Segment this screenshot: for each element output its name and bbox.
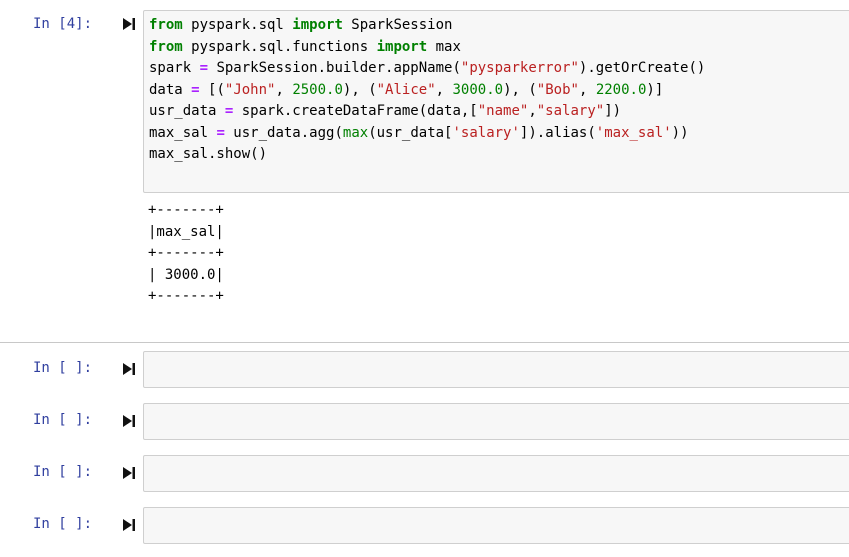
code-token: SparkSession	[342, 17, 453, 33]
code-cell-empty[interactable]: In [ ]:	[0, 402, 849, 442]
code-token: 2500.0	[292, 81, 343, 98]
code-token: SparkSession.builder.appName(	[208, 60, 461, 76]
code-token: max_sal	[149, 124, 217, 141]
code-token: ,	[578, 81, 596, 98]
code-token: pyspark.sql	[182, 17, 293, 33]
input-prompt: In [ ]:	[33, 360, 93, 376]
code-token: "Alice"	[376, 81, 436, 98]
code-token: usr_data	[149, 103, 225, 119]
code-token: ]).alias(	[519, 124, 596, 141]
code-token: (usr_data[	[368, 124, 453, 141]
code-token: "pysparkerror"	[460, 60, 579, 76]
code-token: "Bob"	[536, 81, 579, 98]
code-text[interactable]: from pyspark.sql import SparkSession fro…	[144, 11, 849, 166]
code-token: ,	[435, 81, 453, 98]
code-token: ,	[528, 103, 537, 119]
code-token: ), (	[503, 81, 537, 98]
cell-output: +-------+ |max_sal| +-------+ | 3000.0| …	[148, 202, 224, 304]
code-editor[interactable]	[143, 403, 849, 440]
code-token: "name"	[477, 103, 529, 119]
code-token: =	[191, 81, 200, 98]
cell-divider	[0, 342, 849, 343]
code-token: from	[149, 17, 183, 33]
code-editor[interactable]	[143, 351, 849, 388]
code-token: max_sal.show()	[149, 146, 268, 162]
code-token: ), (	[342, 81, 377, 98]
code-token: =	[216, 124, 225, 141]
code-token: 2200.0	[595, 81, 647, 98]
run-cell-icon[interactable]	[122, 518, 136, 532]
code-token: max	[427, 38, 461, 55]
code-token: ).getOrCreate()	[578, 60, 706, 76]
code-token: usr_data.agg(	[224, 124, 343, 141]
code-token: max	[342, 124, 369, 141]
code-editor[interactable]	[143, 455, 849, 492]
code-cell-empty[interactable]: In [ ]:	[0, 454, 849, 494]
code-token: pyspark.sql.functions	[182, 38, 377, 55]
code-token: =	[199, 60, 209, 76]
code-token: "John"	[224, 81, 276, 98]
run-cell-icon[interactable]	[122, 414, 136, 428]
code-token: spark.createDataFrame(data,[	[233, 103, 478, 119]
code-token: ,	[275, 81, 293, 98]
code-token: ])	[604, 103, 622, 119]
code-token: )]	[646, 81, 664, 98]
code-editor[interactable]: from pyspark.sql import SparkSession fro…	[143, 10, 849, 193]
code-cell-executed[interactable]: In [4]: from pyspark.sql import SparkSes…	[0, 0, 849, 342]
code-token: 'salary'	[452, 124, 520, 141]
code-token: import	[292, 17, 343, 33]
code-token: from	[149, 38, 183, 55]
code-token: "salary"	[536, 103, 605, 119]
code-token: spark	[149, 60, 200, 76]
code-token: 'max_sal'	[595, 124, 672, 141]
code-token: ))	[671, 124, 689, 141]
input-prompt: In [ ]:	[33, 412, 93, 428]
input-prompt: In [ ]:	[33, 464, 93, 480]
code-token: [(	[199, 81, 225, 98]
code-token: import	[376, 38, 428, 55]
input-prompt: In [4]:	[33, 16, 93, 32]
code-token: 3000.0	[452, 81, 504, 98]
code-cell-empty[interactable]: In [ ]:	[0, 506, 849, 546]
code-token: data	[149, 81, 192, 98]
run-cell-icon[interactable]	[122, 466, 136, 480]
run-cell-icon[interactable]	[122, 362, 136, 376]
code-editor[interactable]	[143, 507, 849, 544]
code-cell-empty[interactable]: In [ ]:	[0, 350, 849, 390]
input-prompt: In [ ]:	[33, 516, 93, 532]
run-cell-icon[interactable]	[122, 17, 136, 31]
